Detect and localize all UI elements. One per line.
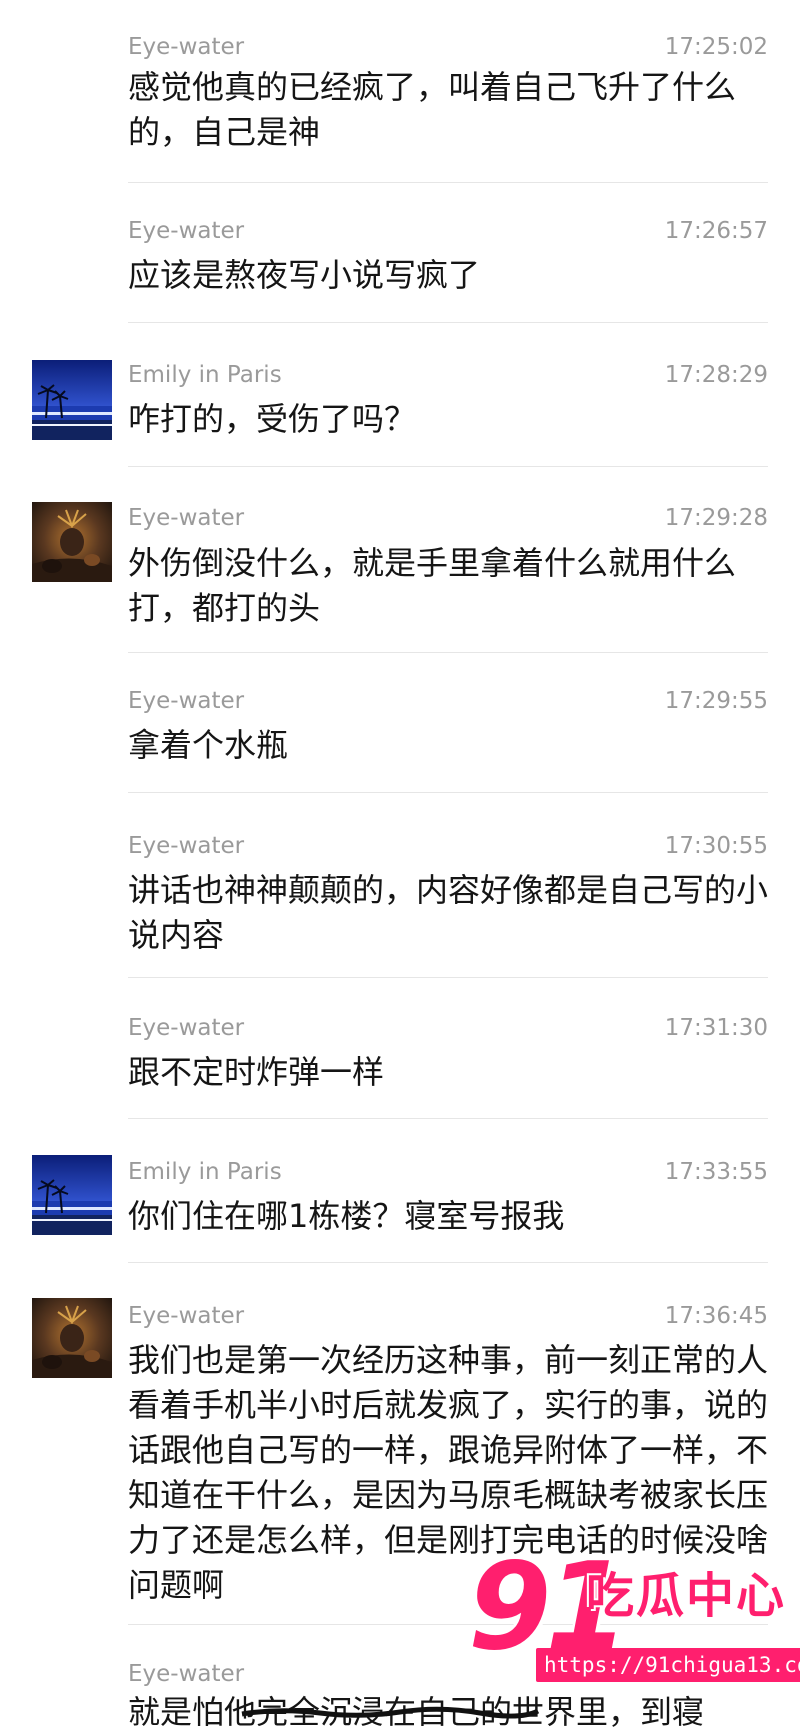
sender-name: Eye-water [128,1303,245,1329]
beach-avatar-icon [32,1155,112,1235]
message-time: 17:25:02 [664,34,768,60]
message-time: 17:36:45 [664,1303,768,1329]
avatar[interactable] [32,1155,112,1235]
message-text: 外伤倒没什么，就是手里拿着什么就用什么打，都打的头 [128,544,737,627]
avatar[interactable] [32,502,112,582]
message-time: 17:31:30 [664,1015,768,1041]
sender-name: Eye-water [128,505,245,531]
message-divider [128,1118,768,1119]
sender-name: Eye-water [128,1661,245,1687]
message-time: 17:28:29 [664,362,768,388]
dark-avatar-icon [32,502,112,582]
watermark-name: 吃瓜中心 [586,1568,787,1624]
watermark-url: https://91chigua13.com [536,1648,800,1682]
message-divider [128,977,768,978]
message-divider [128,792,768,793]
message-time: 17:26:57 [664,218,768,244]
sender-name: Eye-water [128,688,245,714]
message-text: 讲话也神神颠颠的，内容好像都是自己写的小说内容 [128,871,769,954]
message-text: 拿着个水瓶 [128,726,289,764]
message-time: 17:30:55 [664,833,768,859]
message-divider [128,322,768,323]
message-divider [128,466,768,467]
avatar[interactable] [32,360,112,440]
message-text: 应该是熬夜写小说写疯了 [128,256,481,294]
sender-name: Eye-water [128,1015,245,1041]
avatar[interactable] [32,1298,112,1378]
message-time: 17:29:55 [664,688,768,714]
message-text: 跟不定时炸弹一样 [128,1053,385,1091]
message-divider [128,182,768,183]
message-divider [128,652,768,653]
message-divider [128,1262,768,1263]
message-text: 咋打的，受伤了吗？ [128,400,417,438]
message-time: 17:29:28 [664,505,768,531]
sender-name: Eye-water [128,833,245,859]
dark-avatar-icon [32,1298,112,1378]
beach-avatar-icon [32,360,112,440]
sender-name: Eye-water [128,34,245,60]
sender-name: Emily in Paris [128,1159,282,1185]
sender-name: Emily in Paris [128,362,282,388]
message-time: 17:33:55 [664,1159,768,1185]
message-text: 你们住在哪1栋楼？寝室号报我 [128,1197,565,1235]
watermark: 91 吃瓜中心 https://91chigua13.com [468,1548,800,1718]
sender-name: Eye-water [128,218,245,244]
message-text: 感觉他真的已经疯了，叫着自己飞升了什么的，自己是神 [128,68,737,151]
